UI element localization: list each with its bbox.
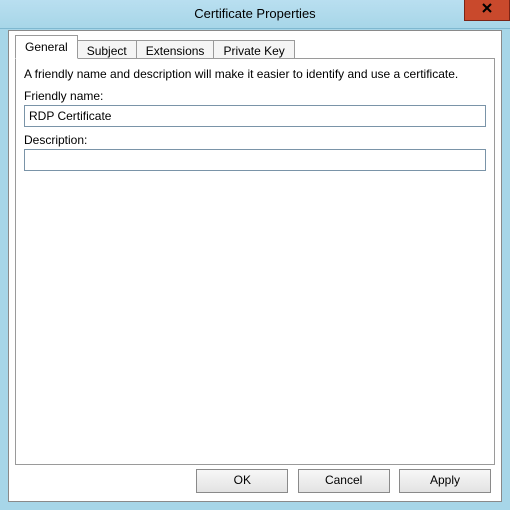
friendly-name-input[interactable]: [24, 105, 486, 127]
description-input[interactable]: [24, 149, 486, 171]
tab-label: Extensions: [146, 44, 205, 58]
button-label: Apply: [430, 473, 460, 487]
tab-label: Private Key: [223, 44, 284, 58]
client-area: General Subject Extensions Private Key A fr…: [8, 30, 502, 502]
description-label: Description:: [24, 133, 486, 147]
friendly-name-label: Friendly name:: [24, 89, 486, 103]
tab-label: Subject: [87, 44, 127, 58]
titlebar: Certificate Properties: [0, 0, 510, 29]
tab-row: General Subject Extensions Private Key: [15, 37, 294, 59]
button-label: Cancel: [325, 473, 362, 487]
window-title: Certificate Properties: [0, 0, 510, 28]
cancel-button[interactable]: Cancel: [298, 469, 390, 493]
tab-general[interactable]: General: [15, 35, 78, 59]
tab-label: General: [25, 40, 68, 54]
dialog-window: Certificate Properties General Subject Ext…: [0, 0, 510, 510]
close-button[interactable]: [464, 0, 510, 21]
tab-panel-general: A friendly name and description will mak…: [15, 58, 495, 465]
apply-button[interactable]: Apply: [399, 469, 491, 493]
ok-button[interactable]: OK: [196, 469, 288, 493]
instruction-text: A friendly name and description will mak…: [24, 67, 486, 81]
dialog-button-row: OK Cancel Apply: [190, 469, 491, 495]
close-icon: [481, 2, 493, 14]
button-label: OK: [234, 473, 251, 487]
